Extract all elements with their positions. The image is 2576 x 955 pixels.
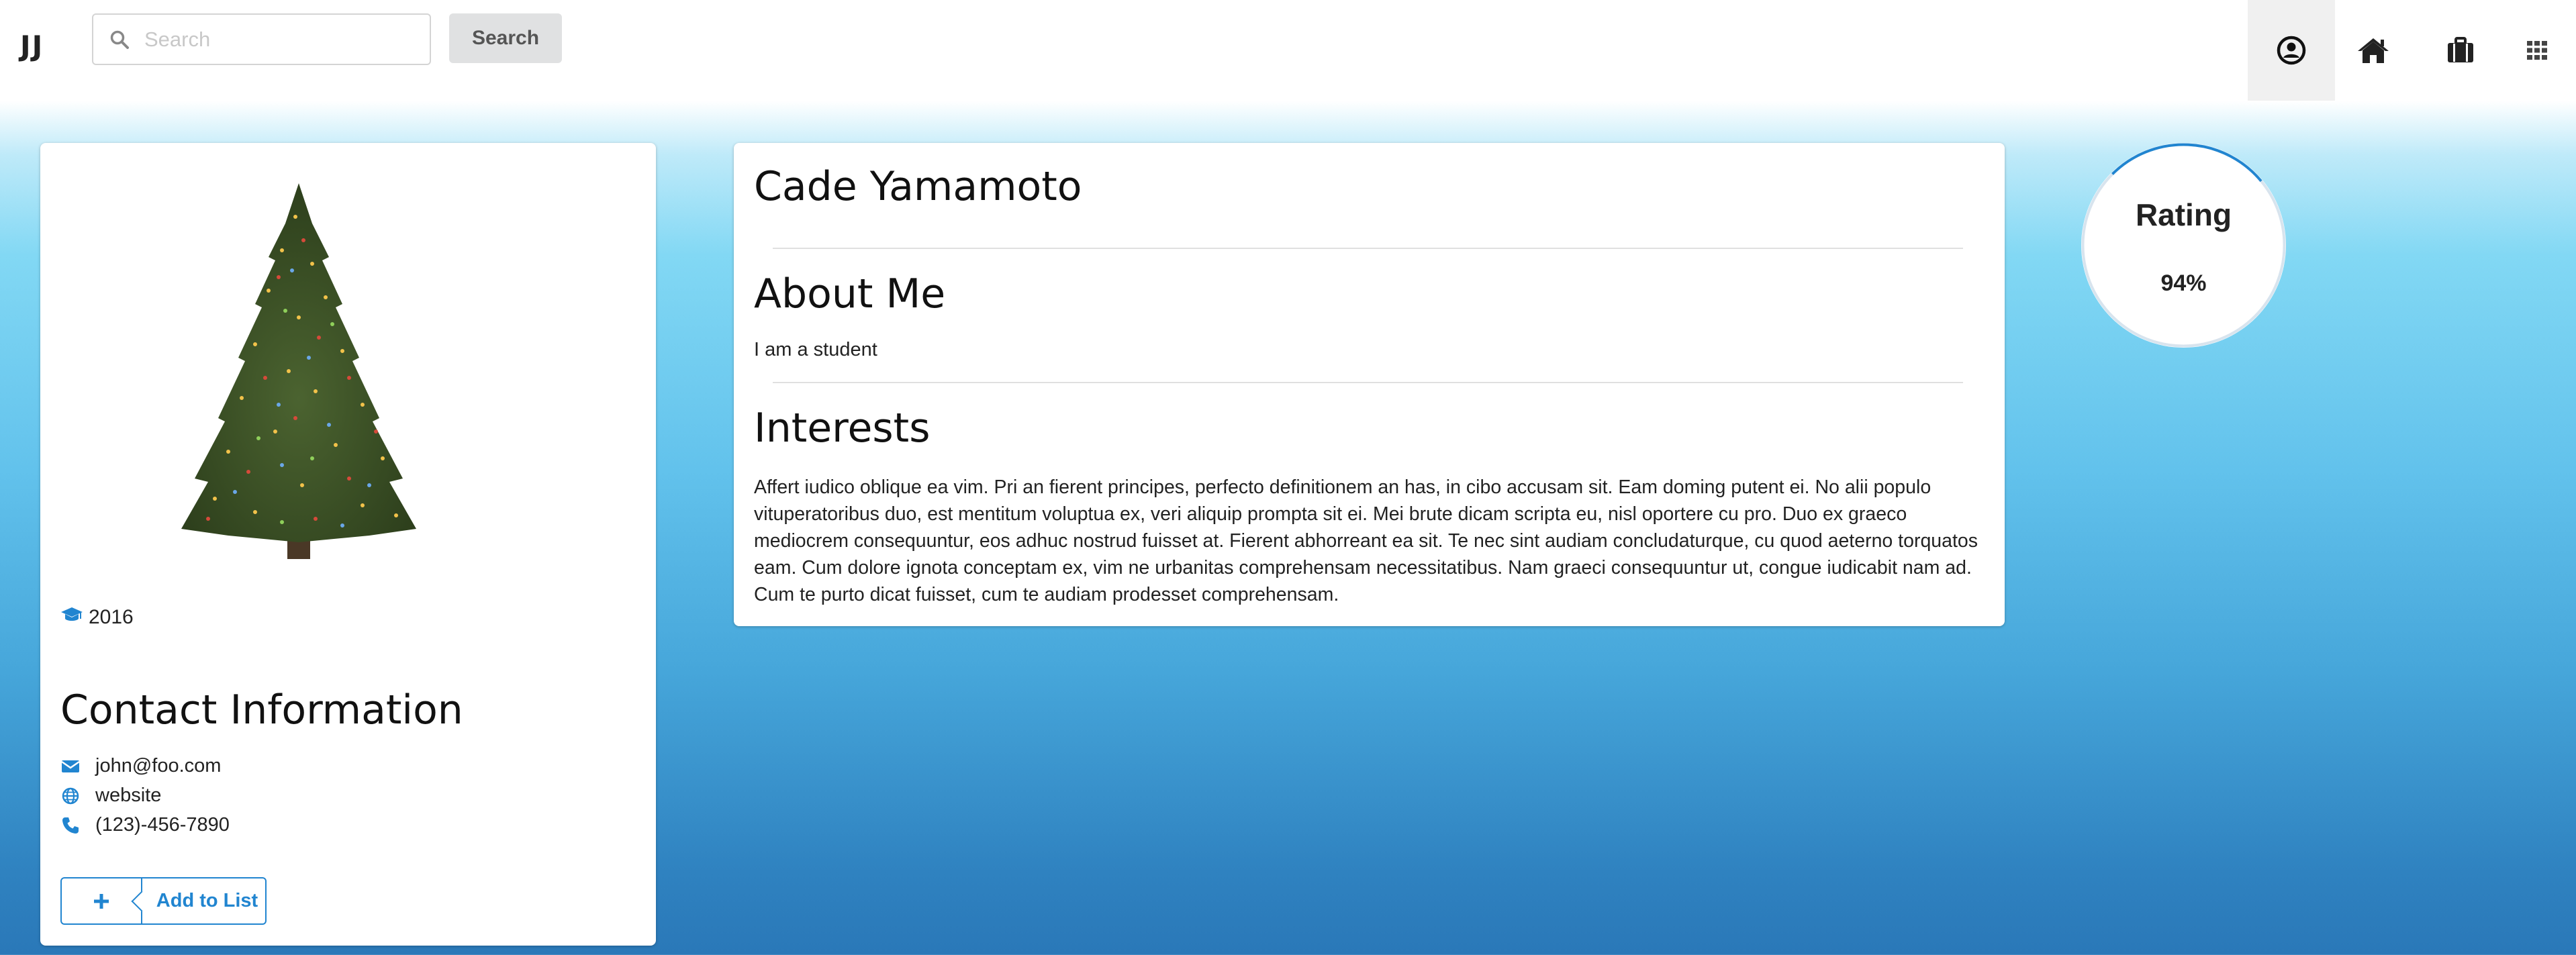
profile-image xyxy=(148,177,450,572)
nav-apps[interactable] xyxy=(2495,0,2576,101)
add-to-list-button[interactable]: Add to List xyxy=(60,877,267,925)
phone-icon xyxy=(60,817,81,834)
search-field[interactable] xyxy=(92,13,431,65)
plus-icon xyxy=(62,878,142,923)
nav-profile[interactable] xyxy=(2248,0,2335,101)
interests-title: Interests xyxy=(754,405,931,452)
search-button[interactable]: Search xyxy=(449,13,562,63)
search-icon xyxy=(109,30,130,50)
contact-email[interactable]: john@foo.com xyxy=(95,755,221,777)
briefcase-icon xyxy=(2446,37,2475,64)
search-input[interactable] xyxy=(144,27,413,52)
nav-home[interactable] xyxy=(2330,0,2417,101)
contact-website[interactable]: website xyxy=(95,785,161,807)
envelope-icon xyxy=(60,759,81,774)
nav-jobs[interactable] xyxy=(2417,0,2504,101)
contact-phone[interactable]: (123)-456-7890 xyxy=(95,814,230,836)
profile-name: Cade Yamamoto xyxy=(754,163,1082,210)
brand-logo[interactable]: JJ xyxy=(20,30,44,62)
divider xyxy=(773,382,1963,383)
add-to-list-label: Add to List xyxy=(156,890,258,911)
home-icon xyxy=(2356,36,2390,64)
user-circle-icon xyxy=(2277,36,2306,65)
globe-icon xyxy=(60,787,81,805)
contact-email-row: john@foo.com xyxy=(60,755,221,777)
contact-website-row: website xyxy=(60,785,161,807)
interests-text: Affert iudico oblique ea vim. Pri an fie… xyxy=(754,476,1978,605)
rating-widget: Rating 94% xyxy=(2081,143,2286,348)
contact-title: Contact Information xyxy=(60,687,463,734)
rating-value: 94% xyxy=(2160,270,2207,296)
contact-phone-row: (123)-456-7890 xyxy=(60,814,230,836)
rating-title: Rating xyxy=(2135,197,2232,232)
rating-progress-arc xyxy=(2111,143,2262,183)
divider xyxy=(773,248,1963,249)
about-title: About Me xyxy=(754,270,946,317)
grid-icon xyxy=(2527,41,2547,60)
graduation-cap-icon xyxy=(60,606,89,629)
about-card: Cade Yamamoto About Me I am a student In… xyxy=(734,143,2005,626)
graduation-row: 2016 xyxy=(60,606,134,629)
about-text: I am a student xyxy=(754,339,877,360)
rating-ring xyxy=(2081,143,2286,348)
top-navbar: JJ Search xyxy=(0,0,2576,101)
profile-card: 2016 Contact Information john@foo.com we… xyxy=(40,143,656,946)
graduation-year: 2016 xyxy=(89,606,134,628)
